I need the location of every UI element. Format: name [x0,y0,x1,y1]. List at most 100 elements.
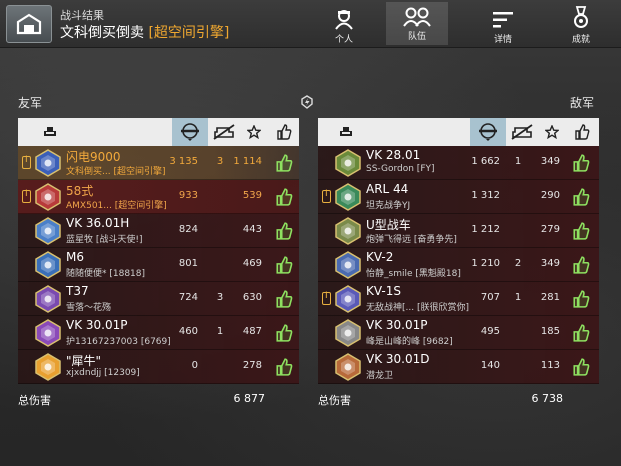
thumbs-up-icon [275,256,293,278]
tab-achievements-label: 成就 [571,35,590,45]
player-row[interactable]: VK 30.01D 潜龙卫 140 113 [318,350,599,384]
tank-name: VK 30.01P [366,318,428,332]
platoon-icon [22,155,31,169]
kills-value: 1 [216,326,224,337]
allies-total-damage: 6 877 [233,392,266,405]
player-row[interactable]: M6 随随便便* [18818] 801 469 [18,248,299,282]
thumbs-up-icon [277,124,292,140]
vehicle-class-badge-icon [334,319,362,347]
tank-name: U型战车 [366,218,411,232]
player-row[interactable]: VK 30.01P 护13167237003 [6769] 460 1 487 [18,316,299,350]
assist-value: 539 [242,190,262,201]
player-row[interactable]: KV-1S无敌战神[... [朕很欣赏你]7071281 [318,282,599,316]
medal-icon [574,6,588,28]
kills-value: 1 [514,156,522,167]
player-row[interactable]: U型战车 炮弹飞得远 [奋勇争先] 1 212 279 [318,214,599,248]
like-button[interactable] [275,222,293,244]
assist-value: 113 [540,360,560,371]
allies-rows: 闪电9000文科倒买... [超空间引擎]3 13531 11458式AMX50… [18,146,299,384]
kills-value: 2 [514,258,522,269]
like-button[interactable] [275,290,293,312]
player-row[interactable]: VK 28.01 SS-Gordon [FY] 1 662 1 349 [318,146,599,180]
assist-value: 1 114 [233,156,262,167]
column-damage[interactable] [172,118,208,146]
like-button[interactable] [572,324,590,346]
like-button[interactable] [275,324,293,346]
kills-value: 3 [216,292,224,303]
platoon-icon [322,291,331,305]
tank-name: "犀牛" [66,354,102,368]
enemies-rows: VK 28.01SS-Gordon [FY]1 6621349ARL 44坦克战… [318,146,599,384]
player-row[interactable]: 闪电9000文科倒买... [超空间引擎]3 13531 114 [18,146,299,180]
column-like[interactable] [270,118,298,146]
thumbs-up-icon [575,124,590,140]
column-damage[interactable] [470,118,506,146]
column-assist[interactable] [538,118,566,146]
player-row[interactable]: T37 雪落～花殇 724 3 630 [18,282,299,316]
tab-team-label: 队伍 [407,32,426,42]
column-assist[interactable] [240,118,268,146]
tank-name: VK 30.01P [66,318,128,332]
like-button[interactable] [572,154,590,176]
vehicle-class-badge-icon [34,353,62,381]
tank-name: ARL 44 [366,182,409,196]
tab-team[interactable]: 队伍 [386,2,448,45]
platoon-icon [322,189,331,203]
damage-value: 1 212 [471,224,500,235]
allies-column-header [18,118,299,146]
damage-icon [479,123,497,141]
allies-total-label: 总伤害 [18,394,51,407]
damage-value: 0 [191,360,198,371]
like-button[interactable] [572,188,590,210]
player-name: 文科倒买倒卖 [60,25,144,41]
damage-value: 707 [480,292,500,303]
thumbs-up-icon [275,188,293,210]
player-row[interactable]: 58式AMX501... [超空间引擎]933539 [18,180,299,214]
column-vehicle[interactable] [36,118,64,146]
tab-personal[interactable]: 个人 [313,0,375,48]
tab-details[interactable]: 详情 [472,0,534,48]
kills-value: 1 [514,292,522,303]
team-icon [403,7,431,27]
like-button[interactable] [275,358,293,380]
column-like[interactable] [568,118,596,146]
like-button[interactable] [572,358,590,380]
clan-tag: [超空间引擎] [148,25,230,41]
like-button[interactable] [275,188,293,210]
damage-value: 724 [178,292,198,303]
garage-button[interactable] [6,5,52,43]
like-button[interactable] [572,256,590,278]
column-kills[interactable] [208,118,240,146]
like-button[interactable] [572,222,590,244]
vehicle-class-badge-icon [334,183,362,211]
like-button[interactable] [572,290,590,312]
destroyed-icon [213,124,235,140]
tank-name: 58式 [66,184,94,198]
column-vehicle[interactable] [332,118,360,146]
assist-value: 349 [540,258,560,269]
garage-icon [16,13,42,35]
tank-name: 闪电9000 [66,150,121,164]
tank-icon [340,127,352,136]
tank-name: M6 [66,250,84,264]
tab-achievements[interactable]: 成就 [550,0,612,48]
list-icon [493,12,513,28]
assist-value: 281 [540,292,560,303]
player-row[interactable]: KV-2 怡静_smile [黑魁殿18] 1 210 2 349 [318,248,599,282]
battle-result-label: 战斗结果 [60,9,104,22]
thumbs-up-icon [275,324,293,346]
thumbs-up-icon [275,222,293,244]
battle-title: 文科倒买倒卖 [超空间引擎] [60,22,229,42]
thumbs-up-icon [572,324,590,346]
player-row[interactable]: ARL 44坦克战争YJ1 312290 [318,180,599,214]
damage-value: 801 [178,258,198,269]
like-button[interactable] [275,154,293,176]
damage-icon [181,123,199,141]
column-kills[interactable] [506,118,538,146]
player-row[interactable]: VK 30.01P 峰是山峰的峰 [9682] 495 185 [318,316,599,350]
assist-value: 279 [540,224,560,235]
player-row[interactable]: "犀牛" xjxdndjj [12309] 0 278 [18,350,299,384]
thumbs-up-icon [275,358,293,380]
like-button[interactable] [275,256,293,278]
player-row[interactable]: VK 36.01H 蓝星牧 [战斗天使!] 824 443 [18,214,299,248]
